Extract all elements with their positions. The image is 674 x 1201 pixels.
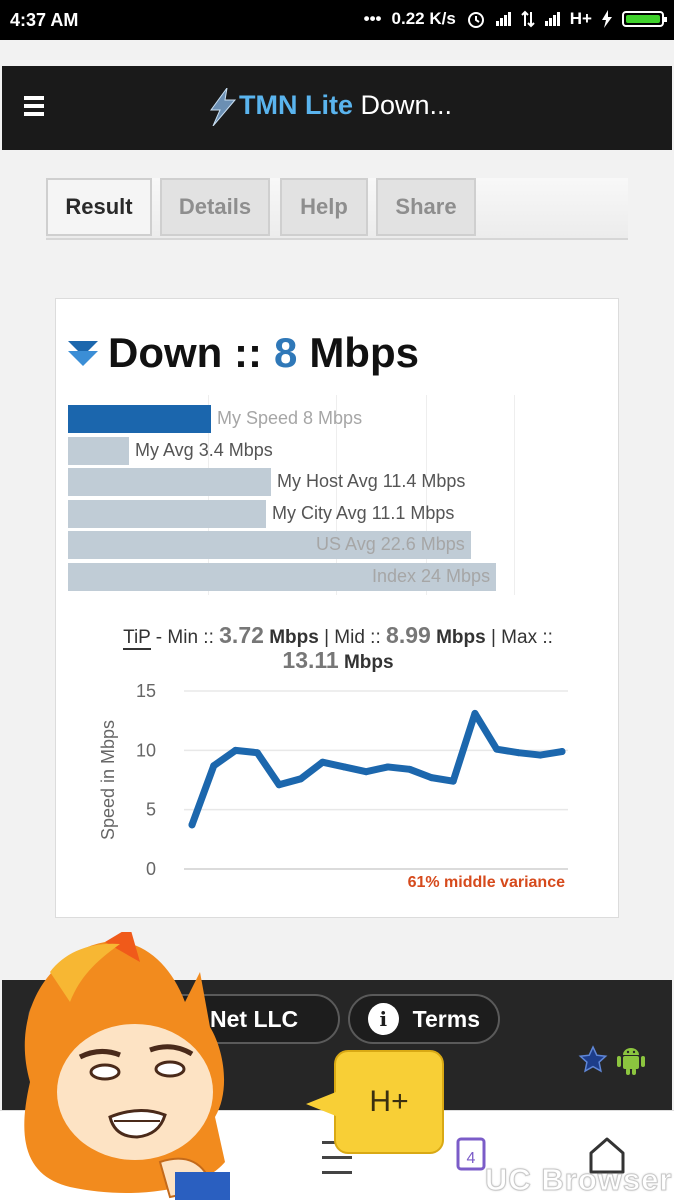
tip-summary: TiP - Min :: 3.72 Mbps | Mid :: 8.99 Mbp… bbox=[76, 624, 600, 674]
android-icon[interactable] bbox=[614, 1043, 648, 1077]
bar-label: My City Avg 11.1 Mbps bbox=[272, 503, 455, 523]
network-type: H+ bbox=[569, 9, 592, 28]
info-icon: i bbox=[368, 1003, 399, 1035]
y-tick-label: 5 bbox=[146, 800, 156, 820]
tab-count: 4 bbox=[467, 1150, 476, 1167]
bar-row: Index 24 Mbps bbox=[68, 563, 496, 591]
y-axis-label: Speed in Mbps bbox=[98, 720, 118, 840]
down-arrow-icon bbox=[68, 341, 98, 366]
tab-bar: Result Details Help Share bbox=[46, 178, 628, 240]
result-card: Down :: 8 Mbps My Speed 8 MbpsMy Avg 3.4… bbox=[55, 298, 619, 918]
data-point bbox=[362, 768, 370, 776]
tip-min-unit: Mbps bbox=[269, 627, 319, 648]
speed-headline: Down :: 8 Mbps bbox=[68, 329, 419, 377]
data-point bbox=[297, 775, 305, 783]
hamburger-menu-icon[interactable] bbox=[24, 96, 44, 116]
network-speed: 0.22 K/s bbox=[391, 9, 456, 28]
status-dots: ••• bbox=[363, 9, 382, 28]
speed-unit: Mbps bbox=[309, 329, 419, 376]
charging-icon bbox=[602, 10, 612, 28]
bar-fill bbox=[68, 468, 271, 496]
tip-mid-unit: Mbps bbox=[436, 627, 486, 648]
y-tick-label: 0 bbox=[146, 859, 156, 879]
data-point bbox=[449, 777, 457, 785]
data-point bbox=[384, 763, 392, 771]
data-point bbox=[536, 751, 544, 759]
windows-icon[interactable]: 4 bbox=[455, 1136, 487, 1174]
signal-icon bbox=[495, 12, 511, 26]
tip-mid-label: | Mid :: bbox=[318, 627, 387, 648]
data-point bbox=[188, 821, 196, 829]
data-point bbox=[253, 749, 261, 757]
brand-name: TMN Lite bbox=[239, 90, 353, 121]
bar-fill bbox=[68, 405, 211, 433]
status-time: 4:37 AM bbox=[10, 10, 79, 30]
tab-result[interactable]: Result bbox=[46, 178, 152, 236]
variance-annotation: 61% middle variance bbox=[408, 874, 566, 891]
bar-fill bbox=[68, 437, 129, 465]
bar-row: My City Avg 11.1 Mbps bbox=[68, 500, 496, 528]
tip-mid-value: 8.99 bbox=[386, 622, 431, 648]
data-point bbox=[275, 781, 283, 789]
alarm-icon bbox=[467, 12, 484, 28]
data-point bbox=[471, 709, 479, 717]
app-header: TMN Lite Down... bbox=[2, 66, 672, 150]
bar-label: My Speed 8 Mbps bbox=[217, 408, 363, 428]
bar-row: US Avg 22.6 Mbps bbox=[68, 531, 496, 559]
terms-label: Terms bbox=[412, 1005, 480, 1032]
uc-squirrel-mascot bbox=[24, 932, 230, 1200]
bar-gridline bbox=[514, 395, 515, 595]
browser-brand-watermark: UC Browser bbox=[484, 1162, 673, 1198]
tab-help[interactable]: Help bbox=[280, 178, 368, 236]
speed-value: 8 bbox=[273, 329, 298, 376]
data-point bbox=[427, 774, 435, 782]
data-point bbox=[319, 758, 327, 766]
data-arrows-icon bbox=[521, 10, 535, 28]
bar-label: My Host Avg 11.4 Mbps bbox=[277, 471, 466, 491]
status-icons: ••• 0.22 K/s H+ bbox=[363, 9, 667, 29]
tab-share[interactable]: Share bbox=[376, 178, 476, 236]
bar-row: My Speed 8 Mbps bbox=[68, 405, 496, 433]
y-tick-label: 10 bbox=[136, 740, 156, 760]
comparison-bars: My Speed 8 Mbps My Avg 3.4 Mbps My Host Av… bbox=[68, 395, 515, 595]
bar-fill bbox=[68, 500, 266, 528]
tip-max-label: | Max :: bbox=[485, 627, 553, 648]
bar-row: My Avg 3.4 Mbps bbox=[68, 437, 496, 465]
tip-abbr[interactable]: TiP bbox=[123, 627, 151, 650]
battery-icon bbox=[622, 11, 667, 27]
y-tick-label: 15 bbox=[136, 681, 156, 701]
data-point bbox=[406, 765, 414, 773]
signal-icon-2 bbox=[544, 12, 560, 26]
bar-label: Index 24 Mbps bbox=[372, 566, 491, 586]
lightning-icon bbox=[210, 88, 237, 126]
tab-details[interactable]: Details bbox=[160, 178, 270, 236]
tip-min-value: 3.72 bbox=[219, 622, 264, 648]
data-point bbox=[210, 762, 218, 770]
data-point bbox=[232, 746, 240, 754]
data-point bbox=[493, 745, 501, 753]
bar-label: US Avg 22.6 Mbps bbox=[316, 534, 465, 554]
bar-row: My Host Avg 11.4 Mbps bbox=[68, 468, 496, 496]
page-title: TMN Lite Down... bbox=[207, 88, 452, 126]
status-bar: 4:37 AM ••• 0.22 K/s H+ bbox=[0, 0, 674, 40]
network-toast: H+ bbox=[306, 1050, 444, 1154]
title-suffix: Down... bbox=[353, 90, 453, 121]
star-icon[interactable] bbox=[578, 1045, 608, 1075]
data-point bbox=[514, 749, 522, 757]
terms-button[interactable]: i Terms bbox=[348, 994, 500, 1044]
data-point bbox=[558, 748, 566, 756]
data-point bbox=[340, 763, 348, 771]
bar-label: My Avg 3.4 Mbps bbox=[135, 440, 273, 460]
speed-line-chart: 0 5 10 15 Speed in Mbps 61% middle variance bbox=[98, 681, 568, 891]
speed-series-line bbox=[188, 709, 566, 829]
tip-min-label: - Min :: bbox=[150, 627, 220, 648]
direction-label: Down :: bbox=[108, 329, 262, 376]
